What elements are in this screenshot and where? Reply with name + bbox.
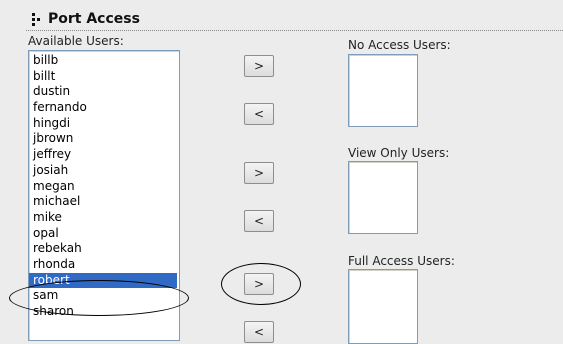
view-only-users-label: View Only Users: bbox=[348, 146, 450, 160]
section-title: Port Access bbox=[48, 11, 140, 27]
highlight-oval-robert bbox=[9, 280, 189, 316]
highlight-oval-add-button bbox=[221, 263, 301, 305]
add-to-view-only-button[interactable]: > bbox=[244, 162, 274, 184]
remove-from-no-access-button[interactable]: < bbox=[244, 103, 274, 125]
no-access-users-list[interactable] bbox=[348, 54, 418, 127]
user-list-item[interactable]: jbrown bbox=[29, 131, 177, 147]
port-access-panel: Port Access Available Users: billb billt d… bbox=[0, 0, 563, 344]
user-list-item[interactable]: megan bbox=[29, 179, 177, 195]
user-list-item[interactable]: dustin bbox=[29, 84, 177, 100]
user-list-item[interactable]: rebekah bbox=[29, 241, 177, 257]
user-list-item[interactable]: opal bbox=[29, 226, 177, 242]
remove-from-full-access-button[interactable]: < bbox=[244, 321, 274, 343]
add-to-no-access-button[interactable]: > bbox=[244, 55, 274, 77]
full-access-users-label: Full Access Users: bbox=[348, 254, 455, 268]
user-list-item[interactable]: michael bbox=[29, 194, 177, 210]
grip-icon bbox=[32, 12, 42, 26]
no-access-users-label: No Access Users: bbox=[348, 38, 451, 52]
user-list-item[interactable]: rhonda bbox=[29, 257, 177, 273]
full-access-users-list[interactable] bbox=[348, 269, 418, 344]
user-list-item[interactable]: billt bbox=[29, 69, 177, 85]
user-list-item[interactable]: fernando bbox=[29, 100, 177, 116]
section-divider bbox=[26, 30, 563, 31]
view-only-users-list[interactable] bbox=[348, 161, 418, 234]
remove-from-view-only-button[interactable]: < bbox=[244, 210, 274, 232]
section-header: Port Access bbox=[32, 8, 140, 30]
user-list-item[interactable]: billb bbox=[29, 53, 177, 69]
available-users-label: Available Users: bbox=[28, 34, 124, 48]
user-list-item[interactable]: josiah bbox=[29, 163, 177, 179]
user-list-item[interactable]: mike bbox=[29, 210, 177, 226]
user-list-item[interactable]: hingdi bbox=[29, 116, 177, 132]
user-list-item[interactable]: jeffrey bbox=[29, 147, 177, 163]
